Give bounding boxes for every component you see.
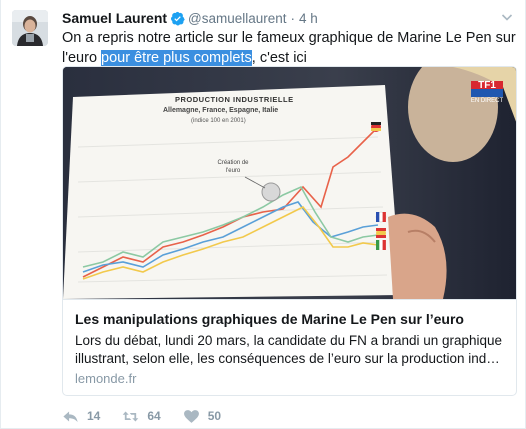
- link-preview-card[interactable]: PRODUCTION INDUSTRIELLE Allemagne, Franc…: [62, 66, 517, 396]
- tweet-link[interactable]: pour être plus complets: [101, 50, 252, 66]
- reply-icon: [63, 411, 78, 422]
- chart-subtitle-text: Allemagne, France, Espagne, Italie: [163, 107, 279, 114]
- author-handle[interactable]: @samuellaurent: [188, 11, 287, 26]
- heart-icon: [183, 409, 199, 423]
- avatar[interactable]: [12, 10, 48, 46]
- tweet-header: Samuel Laurent @samuellaurent · 4 h: [62, 9, 318, 27]
- avatar-photo: [12, 10, 48, 46]
- tv-live-label: EN DIRECT: [470, 98, 504, 104]
- card-description-line-1: Lors du débat, lundi 20 mars, la candida…: [75, 333, 503, 348]
- tweet[interactable]: Samuel Laurent @samuellaurent · 4 h On a…: [0, 0, 526, 429]
- like-count: 50: [207, 409, 222, 423]
- card-description: Lors du débat, lundi 20 mars, la candida…: [75, 332, 506, 368]
- card-description-line-2: illustrant, selon elle, les conséquences…: [75, 351, 506, 366]
- chart-note-text: (indice 100 en 2001): [191, 118, 246, 124]
- like-button[interactable]: 50: [183, 409, 221, 424]
- chart-annotation-text: Création de l'euro: [217, 160, 249, 174]
- retweet-count: 64: [147, 409, 161, 423]
- tweet-timestamp[interactable]: 4 h: [299, 11, 318, 26]
- card-image: PRODUCTION INDUSTRIELLE Allemagne, Franc…: [63, 67, 516, 299]
- chart-title-text: PRODUCTION INDUSTRIELLE: [175, 95, 294, 104]
- author-name[interactable]: Samuel Laurent: [62, 10, 167, 26]
- verified-badge-icon: [171, 11, 185, 25]
- retweet-icon: [123, 411, 139, 421]
- tweet-text: On a repris notre article sur le fameux …: [62, 28, 517, 68]
- retweet-button[interactable]: 64: [122, 409, 161, 424]
- card-title[interactable]: Les manipulations graphiques de Marine L…: [75, 310, 506, 328]
- card-body: Les manipulations graphiques de Marine L…: [63, 299, 516, 395]
- card-domain: lemonde.fr: [75, 371, 137, 386]
- header-separator: ·: [290, 10, 296, 26]
- reply-button[interactable]: 14: [62, 409, 100, 424]
- tweet-text-end: , c'est ici: [251, 50, 307, 66]
- tv-logo: TF1: [478, 80, 496, 91]
- tweet-actions: 14 64 50: [62, 406, 243, 426]
- chevron-down-icon[interactable]: [501, 11, 513, 23]
- reply-count: 14: [87, 409, 101, 423]
